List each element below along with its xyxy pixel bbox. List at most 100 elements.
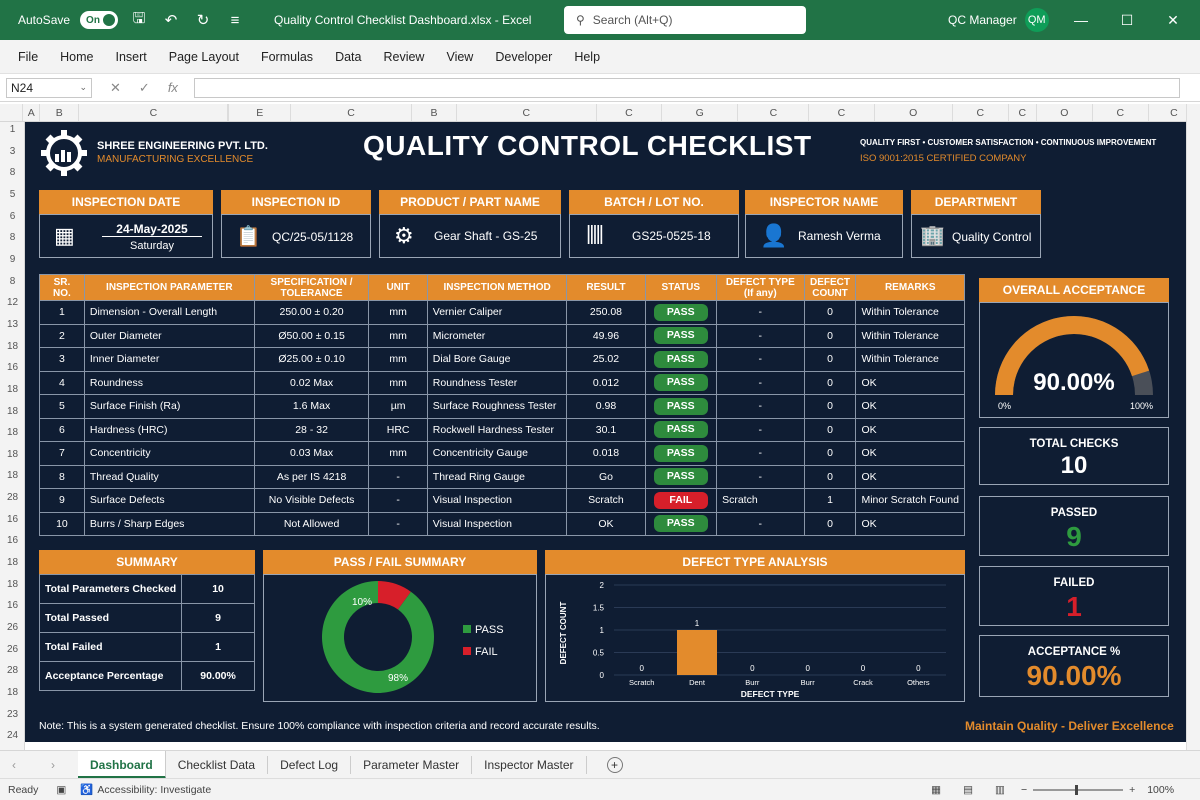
- table-cell[interactable]: Surface Roughness Tester: [426, 394, 568, 419]
- status-cell[interactable]: PASS: [644, 417, 718, 442]
- scroll-left-icon[interactable]: ‹: [0, 758, 28, 772]
- row-header[interactable]: 12: [0, 297, 25, 308]
- summary-label[interactable]: Total Parameters Checked: [38, 574, 183, 604]
- table-cell[interactable]: Dial Bore Gauge: [426, 347, 568, 372]
- table-cell[interactable]: Dimension - Overall Length: [83, 300, 255, 325]
- row-header[interactable]: 28: [0, 665, 25, 676]
- table-cell[interactable]: 28 - 32: [253, 417, 370, 442]
- table-cell[interactable]: OK: [855, 417, 965, 442]
- normal-view-icon[interactable]: ▦: [931, 784, 941, 796]
- tab-help[interactable]: Help: [574, 50, 600, 64]
- table-cell[interactable]: 0: [803, 347, 857, 372]
- table-cell[interactable]: Thread Ring Gauge: [426, 464, 568, 489]
- status-cell[interactable]: PASS: [644, 511, 718, 536]
- column-header[interactable]: A: [23, 104, 41, 121]
- page-break-view-icon[interactable]: ▥: [995, 784, 1005, 796]
- sheet-tab-parameter-master[interactable]: Parameter Master: [351, 755, 473, 774]
- column-header[interactable]: E: [229, 104, 292, 121]
- column-header[interactable]: O: [1037, 104, 1093, 121]
- row-header[interactable]: 16: [0, 600, 25, 611]
- accessibility-status[interactable]: Accessibility: Investigate: [97, 784, 211, 796]
- table-cell[interactable]: Surface Finish (Ra): [83, 394, 255, 419]
- status-cell[interactable]: PASS: [644, 370, 718, 395]
- table-cell[interactable]: 7: [39, 441, 85, 466]
- table-cell[interactable]: HRC: [368, 417, 428, 442]
- table-cell[interactable]: 0.018: [566, 441, 646, 466]
- table-cell[interactable]: Ø50.00 ± 0.15: [253, 323, 370, 348]
- table-cell[interactable]: 6: [39, 417, 85, 442]
- row-header[interactable]: 24: [0, 730, 25, 741]
- table-cell[interactable]: -: [716, 300, 805, 325]
- table-cell[interactable]: Inner Diameter: [83, 347, 255, 372]
- column-header[interactable]: C: [597, 104, 662, 121]
- column-header[interactable]: B: [412, 104, 457, 121]
- table-cell[interactable]: 0: [803, 394, 857, 419]
- row-header[interactable]: 9: [0, 254, 25, 265]
- row-header[interactable]: 3: [0, 146, 25, 157]
- tab-view[interactable]: View: [446, 50, 473, 64]
- zoom-slider[interactable]: [1033, 784, 1124, 795]
- table-cell[interactable]: -: [368, 464, 428, 489]
- table-cell[interactable]: 25.02: [566, 347, 646, 372]
- column-header[interactable]: C: [79, 104, 229, 121]
- column-header[interactable]: C: [809, 104, 875, 121]
- row-header[interactable]: 8: [0, 232, 25, 243]
- table-cell[interactable]: OK: [566, 511, 646, 536]
- column-header[interactable]: C: [1009, 104, 1037, 121]
- table-cell[interactable]: 0.02 Max: [253, 370, 370, 395]
- table-cell[interactable]: Micrometer: [426, 323, 568, 348]
- save-icon[interactable]: 🖫: [128, 8, 150, 33]
- column-header[interactable]: O: [875, 104, 953, 121]
- table-cell[interactable]: 250.08: [566, 300, 646, 325]
- formula-input[interactable]: [193, 77, 1180, 98]
- table-cell[interactable]: OK: [855, 464, 965, 489]
- maximize-icon[interactable]: ☐: [1104, 0, 1150, 40]
- table-cell[interactable]: Scratch: [566, 488, 646, 513]
- table-cell[interactable]: Roundness: [83, 370, 255, 395]
- table-cell[interactable]: OK: [855, 370, 965, 395]
- summary-label[interactable]: Acceptance Percentage: [38, 661, 183, 691]
- table-cell[interactable]: -: [368, 511, 428, 536]
- table-cell[interactable]: As per IS 4218: [253, 464, 370, 489]
- accessibility-icon[interactable]: ♿: [80, 783, 93, 796]
- table-cell[interactable]: mm: [368, 323, 428, 348]
- close-icon[interactable]: ✕: [1150, 0, 1196, 40]
- confirm-entry-icon[interactable]: ✓: [139, 80, 150, 96]
- table-cell[interactable]: -: [716, 441, 805, 466]
- table-cell[interactable]: 8: [39, 464, 85, 489]
- sheet-tab-inspector-master[interactable]: Inspector Master: [472, 755, 587, 774]
- row-header[interactable]: 18: [0, 341, 25, 352]
- cancel-entry-icon[interactable]: ✕: [110, 80, 121, 96]
- table-cell[interactable]: 9: [39, 488, 85, 513]
- table-cell[interactable]: Vernier Caliper: [426, 300, 568, 325]
- name-box[interactable]: N24 ⌄: [6, 77, 92, 98]
- table-cell[interactable]: 0.012: [566, 370, 646, 395]
- row-header[interactable]: 6: [0, 211, 25, 222]
- row-header[interactable]: 18: [0, 384, 25, 395]
- table-cell[interactable]: Ø25.00 ± 0.10: [253, 347, 370, 372]
- sheet-tab-checklist-data[interactable]: Checklist Data: [166, 755, 269, 774]
- table-cell[interactable]: Go: [566, 464, 646, 489]
- table-cell[interactable]: -: [716, 511, 805, 536]
- table-cell[interactable]: 0: [803, 370, 857, 395]
- table-cell[interactable]: Concentricity: [83, 441, 255, 466]
- table-cell[interactable]: 0.98: [566, 394, 646, 419]
- table-cell[interactable]: mm: [368, 347, 428, 372]
- avatar[interactable]: QM: [1024, 8, 1049, 32]
- column-header[interactable]: C: [457, 104, 597, 121]
- summary-label[interactable]: Total Failed: [38, 632, 183, 662]
- table-cell[interactable]: 1.6 Max: [253, 394, 370, 419]
- scroll-right-icon[interactable]: ›: [28, 758, 78, 772]
- page-layout-view-icon[interactable]: ▤: [963, 784, 973, 796]
- tab-review[interactable]: Review: [383, 50, 424, 64]
- row-header[interactable]: 1: [0, 124, 25, 135]
- row-header[interactable]: 26: [0, 644, 25, 655]
- row-header[interactable]: 18: [0, 406, 25, 417]
- table-cell[interactable]: -: [716, 323, 805, 348]
- row-header[interactable]: 23: [0, 709, 25, 720]
- tab-home[interactable]: Home: [60, 50, 93, 64]
- zoom-in-icon[interactable]: +: [1129, 784, 1135, 796]
- status-cell[interactable]: PASS: [644, 441, 718, 466]
- table-cell[interactable]: 0: [803, 323, 857, 348]
- undo-icon[interactable]: ↶: [160, 11, 182, 29]
